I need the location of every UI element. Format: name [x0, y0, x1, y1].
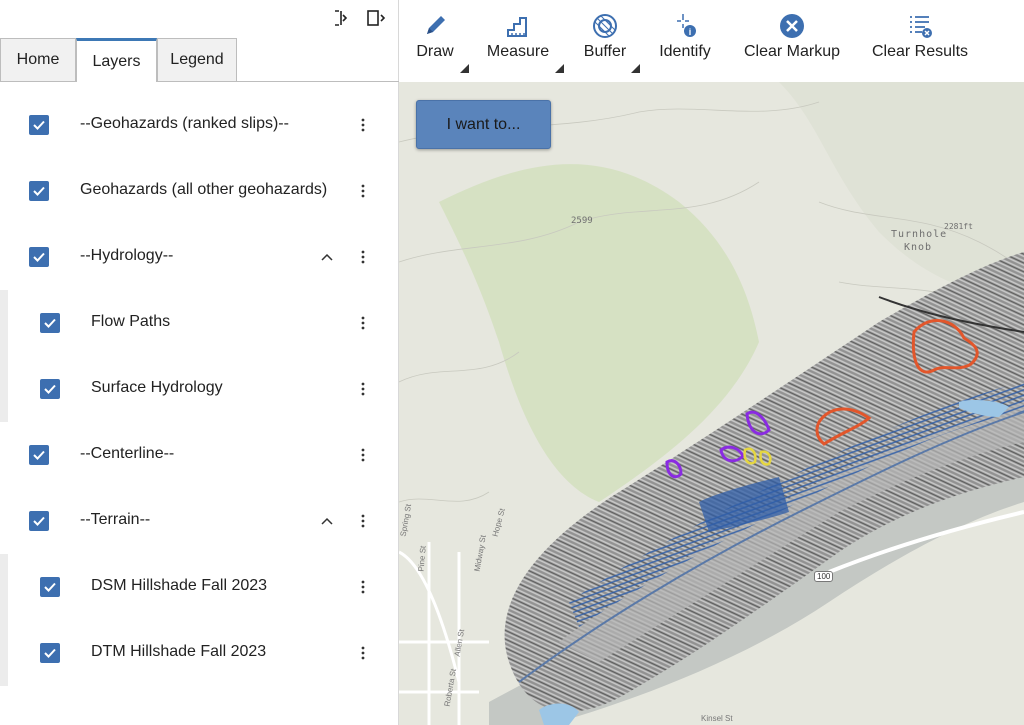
layer-row[interactable]: DSM Hillshade Fall 2023: [0, 554, 399, 620]
more-options-icon[interactable]: [354, 114, 372, 136]
layer-row[interactable]: Geohazards (all other geohazards): [0, 158, 399, 224]
clear-markup-button[interactable]: Clear Markup: [743, 0, 841, 82]
tab-legend-label: Legend: [170, 51, 224, 68]
layer-checkbox[interactable]: [40, 643, 60, 663]
street-label: Kinsel St: [701, 714, 733, 723]
layer-checkbox[interactable]: [29, 181, 49, 201]
tab-legend[interactable]: Legend: [157, 38, 237, 81]
layer-label: Surface Hydrology: [91, 379, 223, 396]
measure-dropdown-icon[interactable]: [555, 64, 564, 73]
layer-checkbox[interactable]: [29, 445, 49, 465]
indent-bar: [0, 290, 8, 356]
measure-label: Measure: [486, 43, 550, 60]
checkmark-icon: [33, 186, 45, 196]
indent-bar: [0, 620, 8, 686]
measure-button[interactable]: Measure: [486, 0, 564, 82]
checkmark-icon: [33, 120, 45, 130]
i-want-to-button[interactable]: I want to...: [416, 100, 551, 149]
layer-label: --Centerline--: [80, 445, 175, 462]
more-options-icon[interactable]: [354, 642, 372, 664]
tab-layers[interactable]: Layers: [76, 38, 157, 82]
checkmark-icon: [44, 582, 56, 592]
tab-home-label: Home: [16, 51, 60, 68]
layer-checkbox[interactable]: [29, 247, 49, 267]
draw-label: Draw: [416, 43, 454, 60]
layer-label: DTM Hillshade Fall 2023: [91, 643, 267, 660]
buffer-button[interactable]: Buffer: [583, 0, 640, 82]
map-view[interactable]: 2599 Turnhole Knob 2281ft 100 Spring St …: [399, 82, 1024, 725]
buffer-label: Buffer: [583, 43, 627, 60]
clear-results-button[interactable]: Clear Results: [871, 0, 969, 82]
place-label-knob: Knob: [904, 242, 933, 253]
layer-label: Flow Paths: [91, 313, 171, 330]
buffer-dropdown-icon[interactable]: [631, 64, 640, 73]
layer-checkbox[interactable]: [40, 577, 60, 597]
indent-bar: [0, 554, 8, 620]
svg-text:i: i: [689, 27, 692, 37]
i-want-to-label: I want to...: [446, 115, 521, 133]
tab-home[interactable]: Home: [0, 38, 76, 81]
more-options-icon[interactable]: [354, 510, 372, 532]
clear-markup-label: Clear Markup: [743, 43, 841, 60]
more-options-icon[interactable]: [354, 246, 372, 268]
layer-row[interactable]: --Terrain--: [0, 488, 399, 554]
layer-row[interactable]: DTM Hillshade Fall 2023: [0, 620, 399, 686]
collapse-panel-icon[interactable]: [330, 8, 350, 28]
highway-shield: 100: [814, 571, 834, 582]
layer-label: --Geohazards (ranked slips)--: [80, 115, 289, 132]
place-label-turnhole: Turnhole: [891, 229, 948, 240]
draw-dropdown-icon[interactable]: [460, 64, 469, 73]
layer-checkbox[interactable]: [29, 115, 49, 135]
layer-row[interactable]: Flow Paths: [0, 290, 399, 356]
identify-button[interactable]: i Identify: [659, 0, 711, 82]
more-options-icon[interactable]: [354, 180, 372, 202]
checkmark-icon: [44, 318, 56, 328]
toolbar: Draw Measure Buffer i Identify Clear Mar…: [399, 0, 1024, 82]
checkmark-icon: [44, 648, 56, 658]
more-options-icon[interactable]: [354, 378, 372, 400]
clear-markup-icon: [778, 12, 806, 40]
checkmark-icon: [44, 384, 56, 394]
chevron-up-icon[interactable]: [318, 248, 336, 266]
layer-checkbox[interactable]: [40, 379, 60, 399]
layer-row[interactable]: --Hydrology--: [0, 224, 399, 290]
ruler-icon: [504, 12, 532, 40]
draw-button[interactable]: Draw: [414, 0, 469, 82]
chevron-up-icon[interactable]: [318, 512, 336, 530]
layer-label: --Hydrology--: [80, 247, 174, 264]
more-options-icon[interactable]: [354, 444, 372, 466]
layers-panel: Home Layers Legend --Geohazards (ranked …: [0, 0, 399, 725]
more-options-icon[interactable]: [354, 312, 372, 334]
layer-row[interactable]: --Centerline--: [0, 422, 399, 488]
layer-label: DSM Hillshade Fall 2023: [91, 577, 268, 594]
expand-panel-icon[interactable]: [366, 8, 386, 28]
layer-checkbox[interactable]: [29, 511, 49, 531]
layer-checkbox[interactable]: [40, 313, 60, 333]
indent-bar: [0, 356, 8, 422]
layer-label: --Terrain--: [80, 511, 151, 528]
checkmark-icon: [33, 450, 45, 460]
more-options-icon[interactable]: [354, 576, 372, 598]
identify-icon: i: [671, 12, 699, 40]
layer-label: Geohazards (all other geohazards): [80, 181, 328, 198]
clear-results-icon: [906, 12, 934, 40]
identify-label: Identify: [659, 43, 711, 60]
elevation-label: 2599: [571, 216, 593, 226]
checkmark-icon: [33, 252, 45, 262]
map-canvas[interactable]: [399, 82, 1024, 725]
checkmark-icon: [33, 516, 45, 526]
clear-results-label: Clear Results: [871, 43, 969, 60]
elevation-label-turnhole: 2281ft: [944, 222, 973, 231]
panel-tabs: Home Layers Legend: [0, 38, 399, 82]
pencil-icon: [421, 12, 449, 40]
layer-row[interactable]: --Geohazards (ranked slips)--: [0, 92, 399, 158]
buffer-icon: [591, 12, 619, 40]
layer-row[interactable]: Surface Hydrology: [0, 356, 399, 422]
tab-layers-label: Layers: [92, 52, 141, 70]
